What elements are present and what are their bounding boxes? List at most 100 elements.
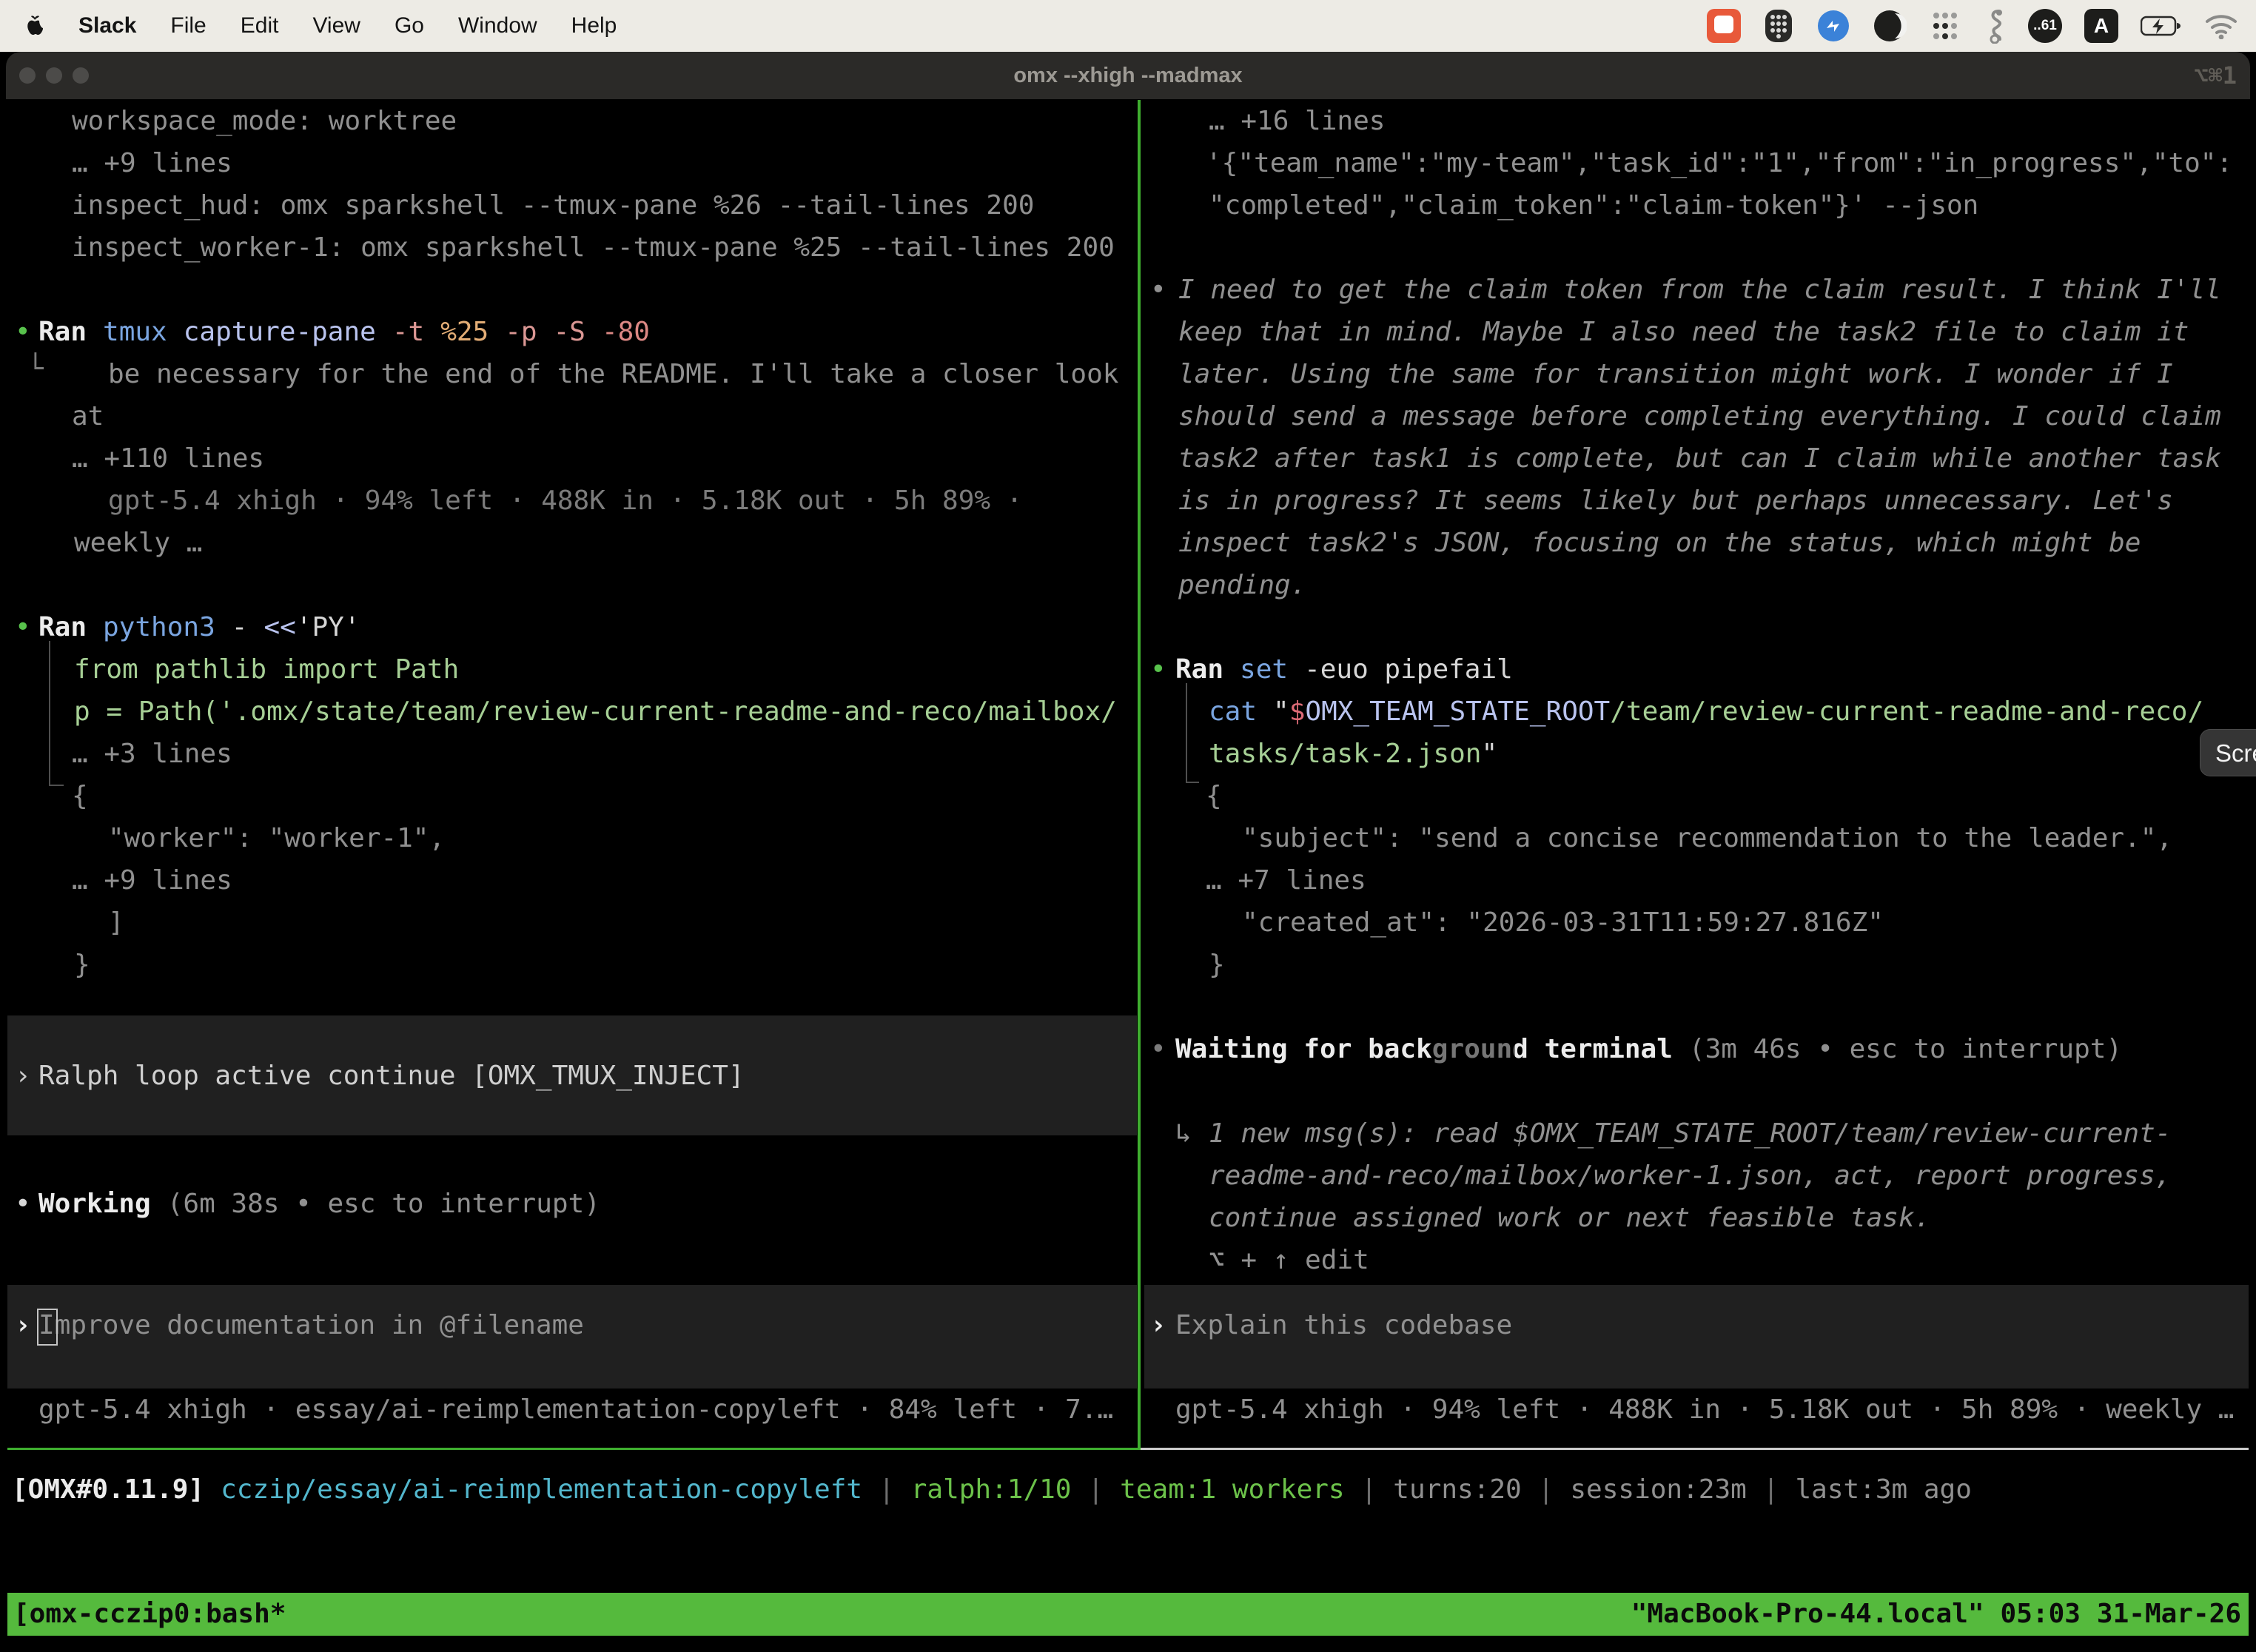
prompt-placeholder[interactable]: Explain this codebase xyxy=(1175,1304,1512,1346)
mailbox-note-line: readme-and-reco/mailbox/worker-1.json, a… xyxy=(1209,1155,2171,1197)
quote: " xyxy=(1481,733,1497,775)
wifi-icon[interactable] xyxy=(2204,13,2238,39)
more-lines-note: … +3 lines xyxy=(72,733,232,775)
thinking-line: I need to get the claim token from the c… xyxy=(1178,269,2221,311)
right-pane-border xyxy=(1141,1448,2249,1450)
left-pane-border xyxy=(7,1448,1138,1450)
waiting-bullet-icon: • xyxy=(1150,1028,1166,1070)
team-workers: team:1 workers xyxy=(1120,1468,1344,1511)
shield-grid-icon[interactable] xyxy=(1763,8,1794,44)
thinking-bullet-icon: • xyxy=(1150,269,1166,311)
shimmer-overlay xyxy=(1432,1038,1515,1064)
json-output: { xyxy=(1206,775,1222,817)
flag: -p xyxy=(505,311,537,353)
separator: | xyxy=(879,1468,895,1511)
code-line: from pathlib import Path xyxy=(74,648,459,691)
pane-status-line: gpt-5.4 xhigh · 94% left · 488K in · 5.1… xyxy=(1175,1389,2234,1431)
working-status: Working (6m 38s • esc to interrupt) xyxy=(38,1183,600,1225)
screen-tooltip: Scre xyxy=(2200,729,2256,776)
env-var-name: OMX_TEAM_STATE_ROOT xyxy=(1305,691,1610,733)
letter-a-badge-icon[interactable]: A xyxy=(2084,9,2118,43)
subcommand: capture-pane xyxy=(184,311,376,353)
code-line: p = Path('.omx/state/team/review-current… xyxy=(74,691,1117,733)
omx-status-line: [OMX#0.11.9] cczip/essay/ai-reimplementa… xyxy=(12,1468,1972,1511)
command-name: tmux xyxy=(103,311,167,353)
quote: " xyxy=(1273,691,1289,733)
tmux-time: 05:03 xyxy=(2001,1593,2081,1636)
separator: | xyxy=(1361,1468,1377,1511)
pane-status-line: gpt-5.4 xhigh · essay/ai-reimplementatio… xyxy=(38,1389,1113,1431)
command-name: cat xyxy=(1209,691,1257,733)
flag: -t xyxy=(392,311,424,353)
mailbox-note-line: 1 new msg(s): read $OMX_TEAM_STATE_ROOT/… xyxy=(1209,1112,2171,1155)
json-output: } xyxy=(1209,944,1225,986)
ralph-counter: ralph:1/10 xyxy=(911,1468,1072,1511)
working-bullet-icon: • xyxy=(15,1183,31,1225)
chat-app-icon[interactable] xyxy=(1707,9,1741,43)
run-bullet-icon: • xyxy=(15,311,31,353)
working-label: Working xyxy=(38,1183,151,1225)
command-line: Ran tmux capture-pane -t %25 -p -S -80 xyxy=(38,311,650,353)
desktop-screen: Slack File Edit View Go Window Help xyxy=(0,0,2256,1652)
prompt-arrow-icon: › xyxy=(1150,1304,1166,1346)
tmux-session-name[interactable]: [omx-cczip0:bash* xyxy=(7,1593,286,1636)
count-badge-icon[interactable]: ..61 xyxy=(2028,9,2062,43)
json-output: "worker": "worker-1", xyxy=(108,817,445,859)
vpn-lightning-icon[interactable] xyxy=(1816,9,1850,43)
command-name: python3 xyxy=(103,606,215,648)
session-duration: session:23m xyxy=(1570,1468,1746,1511)
env-var-dollar: $ xyxy=(1289,691,1306,733)
last-activity: last:3m ago xyxy=(1795,1468,1971,1511)
msg-arrow-icon: ↳ xyxy=(1175,1112,1192,1155)
output-corner-glyph: └ xyxy=(27,348,44,390)
dots-grid-icon[interactable] xyxy=(1929,10,1961,42)
window-shortcut-hint: ⌥⌘1 xyxy=(2194,52,2237,99)
heredoc-tag: 'PY' xyxy=(296,606,360,648)
thinking-line: is in progress? It seems likely but perh… xyxy=(1178,480,2173,522)
apple-menu-icon[interactable] xyxy=(25,14,44,38)
json-output: } xyxy=(74,944,90,986)
menu-bar-status-icons: ..61 A xyxy=(1707,8,2256,44)
banner-prompt-icon: › xyxy=(15,1055,31,1097)
menu-item-window[interactable]: Window xyxy=(458,13,537,38)
menu-item-file[interactable]: File xyxy=(170,13,206,38)
separator: | xyxy=(1763,1468,1779,1511)
close-window-button[interactable] xyxy=(19,67,36,84)
menu-item-view[interactable]: View xyxy=(312,13,360,38)
usage-summary: gpt-5.4 xhigh · 94% left · 488K in · 5.1… xyxy=(108,480,1022,522)
menu-item-edit[interactable]: Edit xyxy=(241,13,279,38)
pane-divider[interactable] xyxy=(1138,100,1141,1450)
waiting-detail: (3m 46s • esc to interrupt) xyxy=(1689,1028,2122,1070)
minimize-window-button[interactable] xyxy=(46,67,62,84)
pane-target: %25 xyxy=(440,311,489,353)
log-line: workspace_mode: worktree xyxy=(72,100,457,142)
log-line: "completed","claim_token":"claim-token"}… xyxy=(1209,184,1978,226)
log-line: '{"team_name":"my-team","task_id":"1","f… xyxy=(1206,142,2232,184)
ran-label: Ran xyxy=(1175,648,1223,691)
path-segment: /team/review-current-readme-and-reco/ xyxy=(1610,691,2203,733)
separator: | xyxy=(1087,1468,1104,1511)
menu-app-name[interactable]: Slack xyxy=(78,13,136,38)
squiggle-s-icon[interactable] xyxy=(1984,8,2006,44)
prompt-arrow-icon: › xyxy=(15,1304,31,1346)
battery-icon[interactable] xyxy=(2141,16,2182,36)
contrast-crescent-icon[interactable] xyxy=(1873,9,1907,43)
thinking-line: keep that in mind. Maybe I also need the… xyxy=(1178,311,2189,353)
log-line: inspect_worker-1: omx sparkshell --tmux-… xyxy=(72,226,1115,269)
more-lines-note: … +7 lines xyxy=(1206,859,1366,901)
menu-item-go[interactable]: Go xyxy=(395,13,424,38)
omx-version: [OMX#0.11.9] xyxy=(12,1468,204,1511)
command-line: Ran python3 - << 'PY' xyxy=(38,606,360,648)
waiting-status: Waiting for background terminal (3m 46s … xyxy=(1175,1028,2122,1070)
more-lines-note: … +110 lines xyxy=(72,437,264,480)
flag: -S xyxy=(554,311,585,353)
command-line-wrap: tasks/task-2.json " xyxy=(1209,733,1497,775)
command-line: cat " $ OMX_TEAM_STATE_ROOT /team/review… xyxy=(1209,691,2203,733)
menu-item-help[interactable]: Help xyxy=(571,13,617,38)
macos-menu-bar: Slack File Edit View Go Window Help xyxy=(0,0,2256,52)
json-output: { xyxy=(72,775,88,817)
thinking-line: inspect task2's JSON, focusing on the st… xyxy=(1178,522,2141,564)
indent-guide-corner xyxy=(49,785,64,786)
prompt-placeholder[interactable]: Improve documentation in @filename xyxy=(38,1304,584,1346)
zoom-window-button[interactable] xyxy=(73,67,89,84)
